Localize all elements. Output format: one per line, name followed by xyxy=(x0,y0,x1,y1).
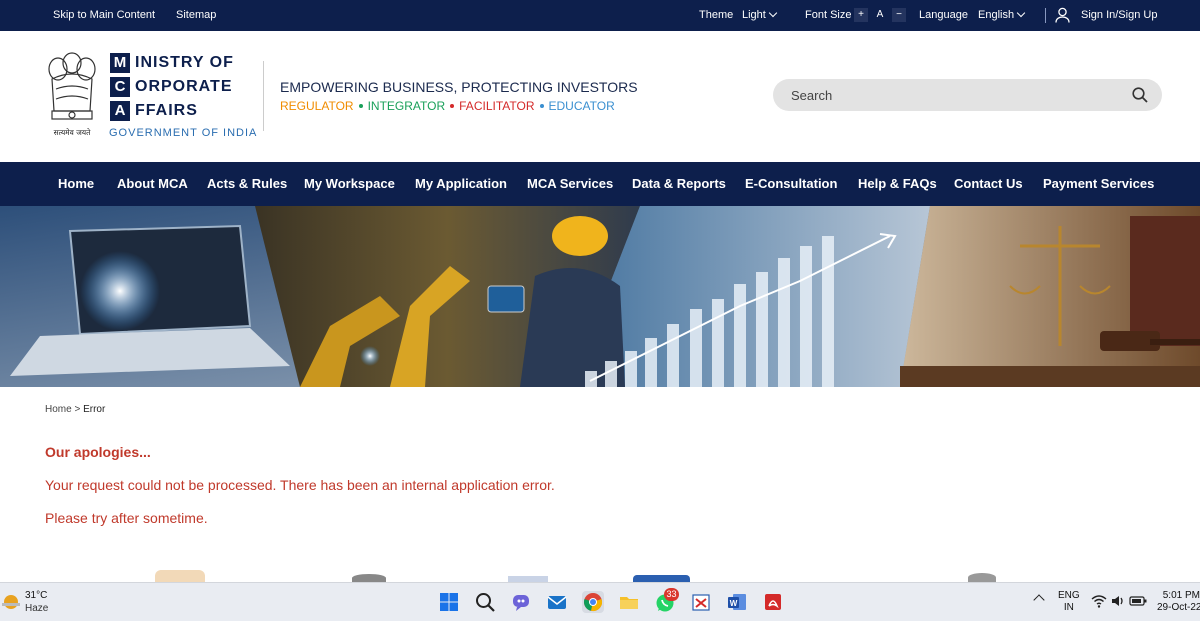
government-of-india: GOVERNMENT OF INDIA xyxy=(109,127,258,139)
divider xyxy=(1045,8,1046,23)
theme-value: Light xyxy=(742,9,766,21)
hero-banner xyxy=(0,206,1200,387)
font-decrease-button[interactable]: − xyxy=(892,8,906,22)
role-educator: EDUCATOR xyxy=(548,99,615,113)
breadcrumb: Home > Error xyxy=(45,404,105,415)
windows-start-icon[interactable] xyxy=(438,591,460,613)
footer-emblem-partial xyxy=(968,573,996,582)
error-message: Your request could not be processed. The… xyxy=(45,477,555,493)
nav-contact-us[interactable]: Contact Us xyxy=(954,176,1023,191)
role-facilitator: FACILITATOR xyxy=(459,99,535,113)
pdf-reader-icon[interactable] xyxy=(762,591,784,613)
logo-letter-c: C xyxy=(110,77,130,97)
logo-letter-a: A xyxy=(110,101,130,121)
os-taskbar: 31°C Haze 33 W ENG IN 5:01 PM 29-Oct-22 xyxy=(0,582,1200,621)
nav-mca-services[interactable]: MCA Services xyxy=(527,176,613,191)
logo-letter-m: M xyxy=(110,53,130,73)
logo-word-ministry: INISTRY OF xyxy=(135,54,234,71)
site-header: सत्यमेव जयते M C A INISTRY OF ORPORATE F… xyxy=(0,31,1200,162)
footer-logo-partial xyxy=(155,570,205,582)
breadcrumb-home[interactable]: Home xyxy=(45,404,72,415)
nav-my-application[interactable]: My Application xyxy=(415,176,507,191)
language-region: IN xyxy=(1063,602,1074,613)
role-integrator: INTEGRATOR xyxy=(367,99,446,113)
font-size-label: Font Size xyxy=(805,9,852,21)
theme-dropdown[interactable]: Light xyxy=(742,8,778,21)
chrome-icon[interactable] xyxy=(582,591,604,613)
search-bar xyxy=(773,79,1162,111)
tagline: EMPOWERING BUSINESS, PROTECTING INVESTOR… xyxy=(280,79,638,95)
chevron-down-icon xyxy=(1016,8,1026,18)
user-icon xyxy=(1055,7,1070,26)
search-icon[interactable] xyxy=(1132,87,1148,103)
nav-help-faqs[interactable]: Help & FAQs xyxy=(858,176,937,191)
footer-logo-partial xyxy=(633,575,690,582)
breadcrumb-separator: > xyxy=(74,404,81,415)
input-language[interactable]: ENG IN xyxy=(1058,590,1080,614)
theme-label: Theme xyxy=(699,9,734,21)
bullet xyxy=(539,104,544,108)
bullet xyxy=(450,104,455,108)
bullet xyxy=(358,104,363,108)
breadcrumb-current: Error xyxy=(83,404,106,415)
mca-logo[interactable]: M C A xyxy=(110,53,130,125)
language-label: Language xyxy=(919,9,968,21)
chevron-up-icon[interactable] xyxy=(1033,594,1045,606)
whatsapp-badge: 33 xyxy=(664,588,679,601)
font-reset-button[interactable]: A xyxy=(873,8,887,22)
language-code: ENG xyxy=(1058,590,1080,601)
footer-emblem-partial xyxy=(352,574,386,582)
mail-icon[interactable] xyxy=(546,591,568,613)
nav-payment-services[interactable]: Payment Services xyxy=(1043,176,1154,191)
search-input[interactable] xyxy=(791,86,1111,104)
sun-haze-icon xyxy=(2,595,20,609)
banner-illustration xyxy=(0,206,1200,387)
logo-word-corporate: ORPORATE xyxy=(135,78,233,95)
chevron-down-icon xyxy=(768,8,778,18)
nav-data-reports[interactable]: Data & Reports xyxy=(632,176,726,191)
clock-time: 5:01 PM xyxy=(1162,590,1200,601)
national-emblem-icon: सत्यमेव जयते xyxy=(44,49,100,139)
taskbar-search-icon[interactable] xyxy=(474,591,496,613)
top-utility-bar: Skip to Main Content Sitemap Theme Light… xyxy=(0,0,1200,31)
battery-icon[interactable] xyxy=(1129,594,1147,608)
clock-date: 29-Oct-22 xyxy=(1157,602,1200,613)
wifi-icon[interactable] xyxy=(1091,593,1107,609)
nav-my-workspace[interactable]: My Workspace xyxy=(304,176,395,191)
file-explorer-icon[interactable] xyxy=(618,591,640,613)
role-regulator: REGULATOR xyxy=(280,99,354,113)
logo-word-affairs: FFAIRS xyxy=(135,102,198,119)
roles-list: REGULATOR INTEGRATOR FACILITATOR EDUCATOR xyxy=(280,99,615,113)
svg-text:W: W xyxy=(730,599,738,608)
error-title: Our apologies... xyxy=(45,444,151,460)
nav-home[interactable]: Home xyxy=(58,176,94,191)
language-dropdown[interactable]: English xyxy=(978,8,1026,21)
error-retry-message: Please try after sometime. xyxy=(45,510,208,526)
nav-about-mca[interactable]: About MCA xyxy=(117,176,188,191)
weather-condition: Haze xyxy=(25,603,49,614)
nav-acts-rules[interactable]: Acts & Rules xyxy=(207,176,287,191)
main-navigation: Home About MCA Acts & Rules My Workspace… xyxy=(0,162,1200,206)
weather-temp: 31°C xyxy=(25,590,48,601)
teams-chat-icon[interactable] xyxy=(510,591,532,613)
sign-in-link[interactable]: Sign In/Sign Up xyxy=(1081,9,1157,21)
word-icon[interactable]: W xyxy=(726,591,748,613)
language-value: English xyxy=(978,9,1015,21)
skip-to-main-link[interactable]: Skip to Main Content xyxy=(53,9,155,21)
snipping-tool-icon[interactable] xyxy=(690,591,712,613)
system-clock[interactable]: 5:01 PM 29-Oct-22 xyxy=(1157,590,1200,614)
font-increase-button[interactable]: + xyxy=(854,8,868,22)
header-divider xyxy=(263,61,264,131)
emblem-motto: सत्यमेव जयते xyxy=(54,128,92,137)
nav-e-consultation[interactable]: E-Consultation xyxy=(745,176,837,191)
sitemap-link[interactable]: Sitemap xyxy=(176,9,216,21)
volume-icon[interactable] xyxy=(1110,593,1126,609)
